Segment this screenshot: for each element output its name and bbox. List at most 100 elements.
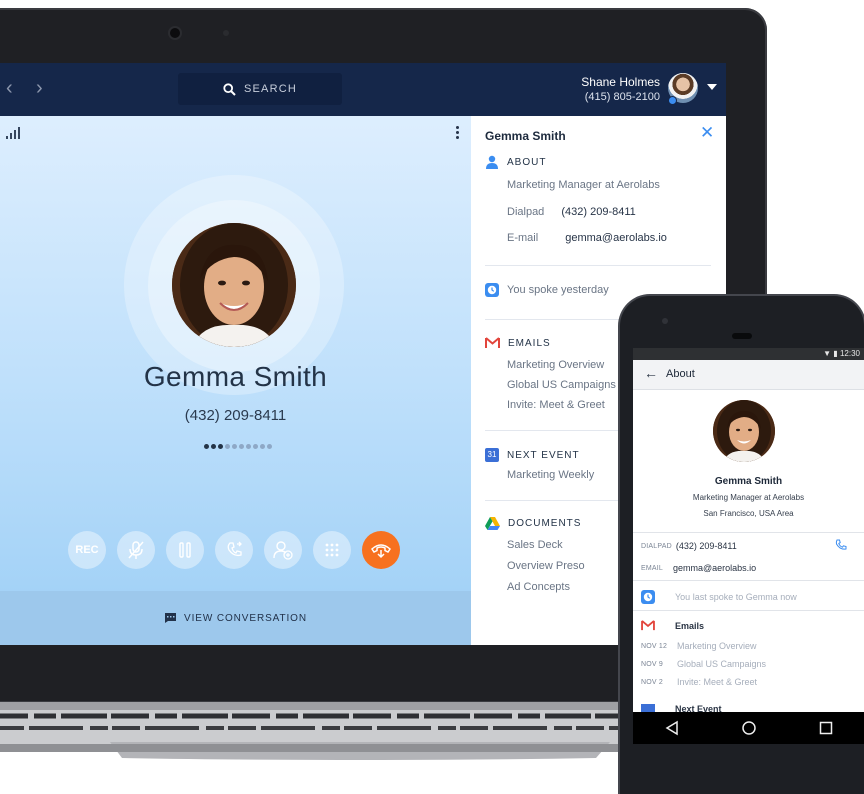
event-item[interactable]: Marketing Weekly bbox=[507, 469, 594, 481]
back-arrow-icon[interactable]: ‹ bbox=[6, 77, 13, 100]
email-item[interactable]: Marketing Overview bbox=[507, 359, 604, 371]
email-date: NOV 2 bbox=[641, 678, 664, 686]
phone-speaker bbox=[732, 333, 752, 339]
close-icon[interactable]: ✕ bbox=[700, 123, 714, 143]
contact-name: Gemma Smith bbox=[485, 129, 566, 143]
next-event-section-header: 31 NEXT EVENT bbox=[485, 448, 580, 462]
last-spoke-text: You last spoke to Gemma now bbox=[675, 592, 797, 602]
last-spoke-row: You spoke yesterday bbox=[485, 283, 609, 297]
view-conversation-button[interactable]: VIEW CONVERSATION bbox=[0, 591, 471, 645]
email-subject: Global US Campaigns bbox=[677, 659, 767, 669]
progress-dot bbox=[232, 444, 237, 449]
document-item[interactable]: Ad Concepts bbox=[507, 581, 570, 593]
phone-call-icon[interactable] bbox=[835, 539, 847, 551]
emails-section-header: Emails bbox=[641, 620, 704, 631]
contact-role: Marketing Manager at Aerolabs bbox=[692, 493, 805, 502]
back-arrow-icon[interactable]: ← bbox=[644, 365, 658, 381]
contact-avatar bbox=[713, 400, 775, 462]
caller-avatar bbox=[172, 223, 296, 347]
email-row[interactable]: EMAIL gemma@aerolabs.io bbox=[641, 563, 756, 573]
email-label: E-mail bbox=[507, 232, 539, 244]
view-conversation-label: VIEW CONVERSATION bbox=[184, 612, 307, 624]
hang-up-button[interactable] bbox=[362, 531, 400, 569]
hold-button[interactable] bbox=[166, 531, 204, 569]
hang-up-icon bbox=[371, 544, 391, 559]
mute-mic-icon bbox=[128, 541, 144, 559]
status-time: 12:30 bbox=[839, 349, 860, 358]
email-date: NOV 12 bbox=[641, 642, 668, 650]
dialpad-number[interactable]: (432) 209-8411 bbox=[561, 206, 635, 218]
call-controls: REC bbox=[68, 531, 400, 569]
dialpad-row: Dialpad (432) 209-8411 bbox=[507, 206, 636, 218]
add-person-icon bbox=[273, 541, 293, 560]
app-bar-title: About bbox=[666, 368, 695, 380]
documents-title: DOCUMENTS bbox=[508, 518, 582, 529]
email-address: gemma@aerolabs.io bbox=[673, 563, 757, 573]
keypad-icon bbox=[325, 543, 339, 557]
forward-arrow-icon[interactable]: › bbox=[36, 77, 43, 100]
recents-square-icon[interactable] bbox=[818, 720, 834, 736]
laptop-sensor bbox=[223, 30, 229, 36]
call-pane: Gemma Smith (432) 209-8411 REC VIEW CONV… bbox=[0, 116, 471, 645]
user-phone: (415) 805-2100 bbox=[584, 91, 660, 103]
person-icon bbox=[486, 155, 498, 169]
last-spoke-text: You spoke yesterday bbox=[507, 284, 609, 296]
progress-dot bbox=[204, 444, 209, 449]
keypad-button[interactable] bbox=[313, 531, 351, 569]
clock-icon bbox=[485, 283, 499, 297]
contact-name: Gemma Smith bbox=[714, 476, 783, 487]
documents-section-header: DOCUMENTS bbox=[485, 517, 581, 530]
email-label: EMAIL bbox=[641, 564, 664, 572]
transfer-button[interactable] bbox=[215, 531, 253, 569]
record-button[interactable]: REC bbox=[68, 531, 106, 569]
user-name: Shane Holmes bbox=[581, 75, 660, 89]
document-item[interactable]: Overview Preso bbox=[507, 560, 585, 572]
back-triangle-icon[interactable] bbox=[664, 720, 680, 736]
clock-icon bbox=[641, 590, 655, 604]
progress-dot bbox=[239, 444, 244, 449]
progress-dot bbox=[253, 444, 258, 449]
record-label: REC bbox=[75, 544, 99, 556]
email-subject: Invite: Meet & Greet bbox=[677, 677, 758, 687]
dialpad-row[interactable]: DIALPAD (432) 209-8411 bbox=[641, 541, 737, 551]
document-item[interactable]: Sales Deck bbox=[507, 539, 563, 551]
search-icon bbox=[223, 82, 236, 96]
search-label: SEARCH bbox=[243, 83, 298, 95]
more-options-icon[interactable] bbox=[456, 126, 459, 139]
battery-icon: ▮ bbox=[833, 349, 838, 358]
dialpad-label: Dialpad bbox=[507, 206, 545, 218]
progress-dot bbox=[225, 444, 230, 449]
dialpad-number: (432) 209-8411 bbox=[675, 541, 737, 551]
chevron-down-icon[interactable] bbox=[707, 84, 717, 90]
product-showcase: ‹ › SEARCH Shane Holmes (415) 805-2100 G… bbox=[0, 0, 864, 794]
android-nav-bar bbox=[633, 712, 864, 744]
email-subject: Marketing Overview bbox=[677, 641, 757, 651]
status-bar: ▼ ▮ 12:30 bbox=[633, 348, 864, 360]
add-person-button[interactable] bbox=[264, 531, 302, 569]
pause-icon bbox=[179, 542, 191, 558]
mute-button[interactable] bbox=[117, 531, 155, 569]
laptop-screen: ‹ › SEARCH Shane Holmes (415) 805-2100 G… bbox=[0, 63, 726, 645]
emails-section-header: EMAILS bbox=[485, 337, 551, 349]
caller-phone: (432) 209-8411 bbox=[184, 407, 287, 424]
email-item[interactable]: Invite: Meet & Greet bbox=[507, 399, 605, 411]
calendar-icon: 31 bbox=[485, 448, 499, 462]
user-info[interactable]: Shane Holmes (415) 805-2100 bbox=[581, 75, 660, 103]
email-address[interactable]: gemma@aerolabs.io bbox=[565, 232, 667, 244]
signal-strength-icon bbox=[6, 127, 20, 139]
home-circle-icon[interactable] bbox=[741, 720, 757, 736]
laptop-camera bbox=[170, 28, 180, 38]
call-progress-dots bbox=[204, 444, 272, 449]
emails-title: EMAILS bbox=[508, 337, 551, 349]
email-item[interactable]: NOV 12 Marketing Overview bbox=[641, 641, 757, 651]
email-item[interactable]: NOV 9 Global US Campaigns bbox=[641, 659, 766, 669]
search-box[interactable]: SEARCH bbox=[178, 73, 342, 105]
dialpad-label: DIALPAD bbox=[641, 542, 672, 550]
divider bbox=[633, 610, 864, 611]
email-item[interactable]: NOV 2 Invite: Meet & Greet bbox=[641, 677, 757, 687]
email-item[interactable]: Global US Campaigns bbox=[507, 379, 616, 391]
progress-dot bbox=[267, 444, 272, 449]
gmail-icon bbox=[641, 620, 655, 631]
progress-dot bbox=[211, 444, 216, 449]
phone-device: ▼ ▮ 12:30 ← About Gemma Smith Marketing … bbox=[620, 296, 864, 794]
